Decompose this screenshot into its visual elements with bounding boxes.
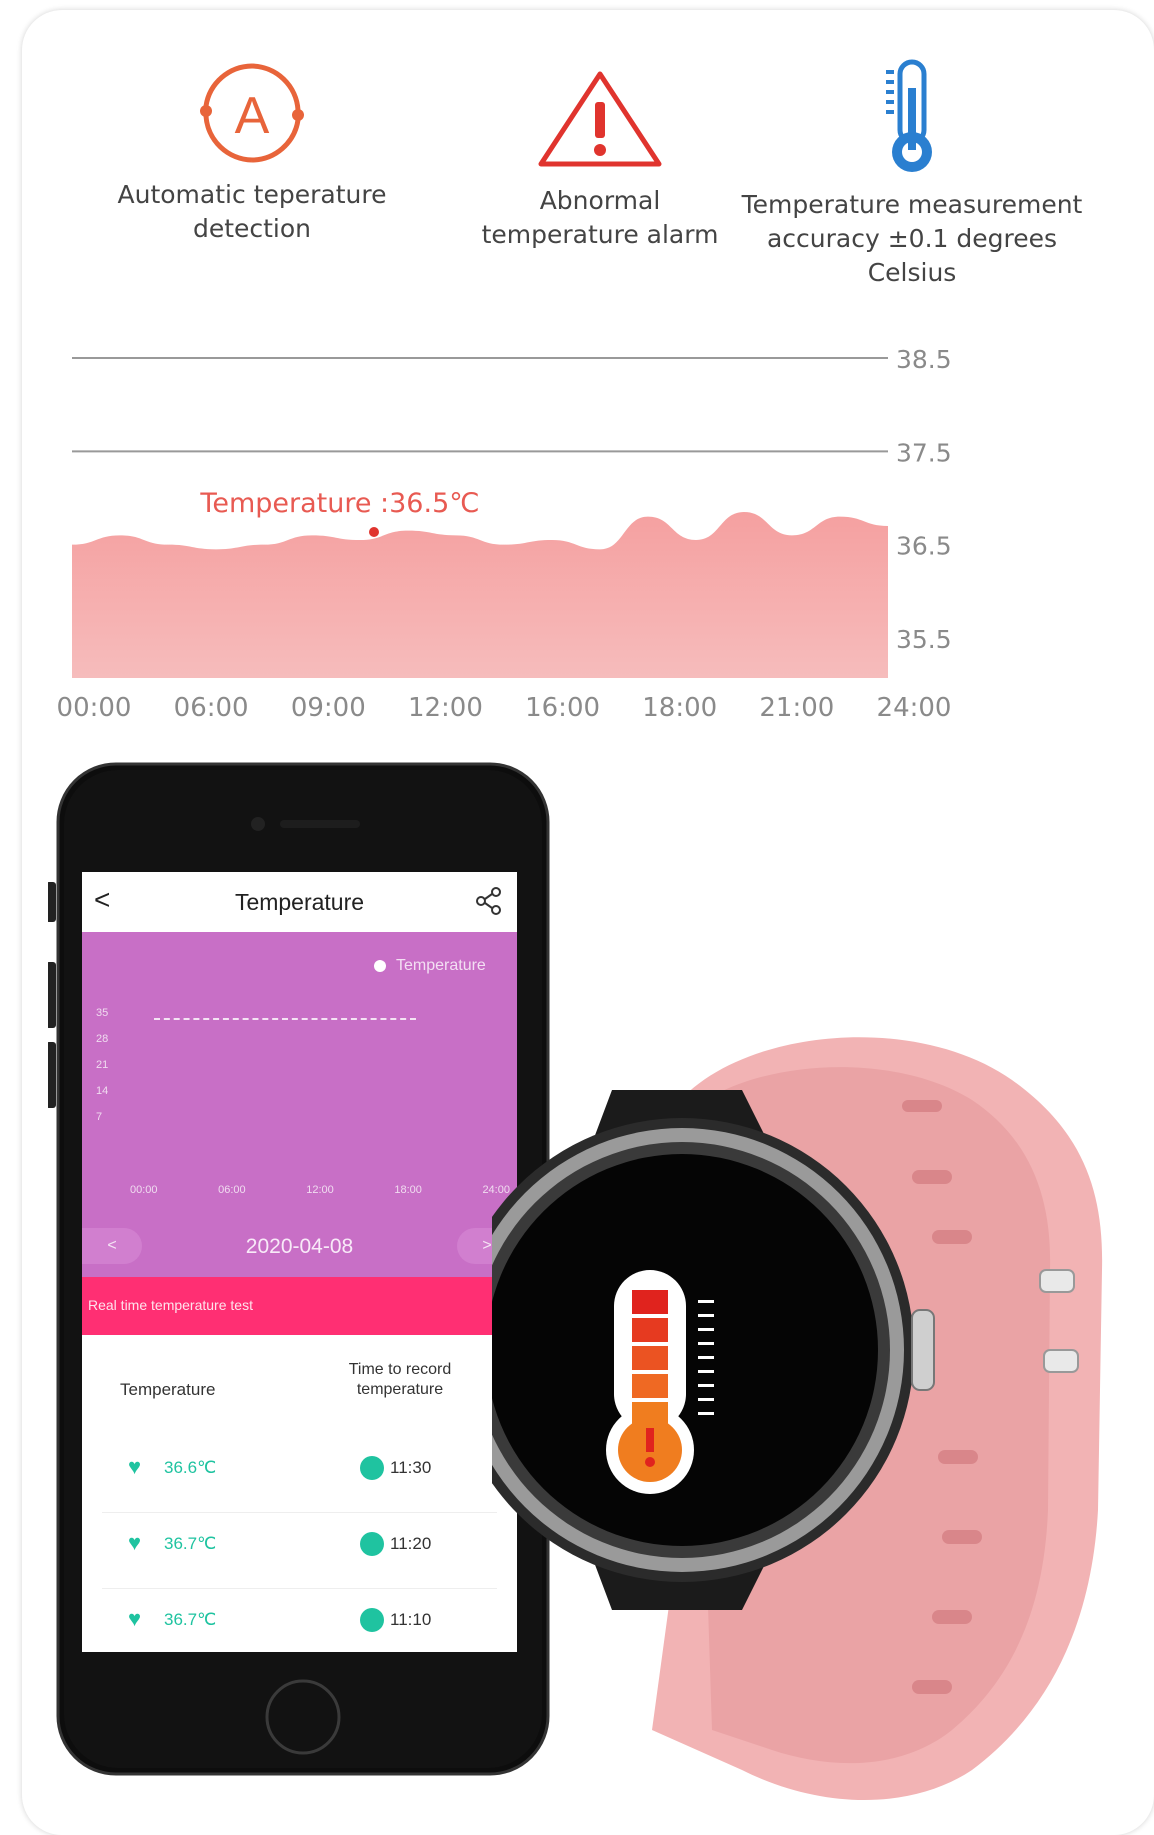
realtime-test-label: Real time temperature test: [88, 1297, 253, 1313]
app-title: Temperature: [234, 889, 365, 915]
heart-icon: ♥: [128, 1530, 142, 1555]
realtime-test-bar[interactable]: Real time temperature test: [82, 1277, 517, 1335]
product-card: A Automatic teperature detection Abnorma…: [22, 10, 1154, 1835]
app-y-tick: 21: [96, 1059, 109, 1071]
app-y-tick: 35: [96, 1007, 109, 1019]
app-chart-panel: Temperature 35 28 21 14 7 00:00 06:00 12…: [82, 932, 517, 1277]
col-temperature-header: Temperature: [120, 1380, 216, 1399]
y-tick-label: 36.5: [896, 532, 952, 561]
row-temp: 36.7℃: [164, 1610, 217, 1629]
heart-icon: ♥: [128, 1606, 142, 1631]
clock-icon: [360, 1532, 384, 1556]
table-row: ♥ 36.7℃ 11:20: [82, 1528, 517, 1568]
temperature-area: [72, 512, 888, 678]
clock-icon: [360, 1456, 384, 1480]
x-tick-label: 18:00: [642, 693, 717, 723]
x-tick-label: 24:00: [877, 693, 952, 723]
y-tick-label: 35.5: [896, 625, 952, 654]
x-tick-label: 12:00: [408, 693, 483, 723]
x-tick-label: 06:00: [174, 693, 249, 723]
smartwatch-image: [492, 1037, 1103, 1800]
app-screen: < Temperature Temperature 35 28 21 14 7: [82, 872, 517, 1652]
y-tick-label: 37.5: [896, 438, 952, 467]
annotation-marker: [369, 527, 379, 537]
x-tick-label: 21:00: [759, 693, 834, 723]
app-y-tick: 28: [96, 1033, 109, 1045]
x-tick-label: 09:00: [291, 693, 366, 723]
crown-button: [911, 1309, 935, 1391]
x-tick-label: 16:00: [525, 693, 600, 723]
app-x-axis: 00:00 06:00 12:00 18:00 24:00: [130, 1184, 510, 1196]
heart-icon: ♥: [128, 1454, 142, 1479]
annotation-label: Temperature :36.5℃: [199, 488, 479, 519]
temperature-chart: 38.5 37.5 36.5 35.5 Temperature :36.5℃ 00:00 0…: [57, 345, 952, 723]
row-time: 11:10: [390, 1610, 432, 1629]
legend-dot: [374, 960, 386, 972]
app-x-tick: 00:00: [130, 1184, 158, 1196]
app-x-tick: 18:00: [394, 1184, 422, 1196]
legend-label: Temperature: [396, 957, 486, 974]
date-label: 2020-04-08: [245, 1235, 354, 1258]
row-time: 11:20: [390, 1534, 432, 1553]
app-x-tick: 12:00: [306, 1184, 334, 1196]
row-divider: [102, 1588, 497, 1589]
table-row: ♥ 36.6℃ 11:30: [82, 1452, 517, 1492]
app-x-tick: 06:00: [218, 1184, 246, 1196]
share-icon[interactable]: [474, 886, 504, 916]
app-y-tick: 14: [96, 1085, 109, 1097]
row-divider: [102, 1512, 497, 1513]
app-y-tick: 7: [96, 1111, 103, 1123]
row-temp: 36.6℃: [164, 1458, 217, 1477]
app-dashed-line: [154, 1018, 416, 1020]
row-time: 11:30: [390, 1458, 432, 1477]
app-y-axis: 35 28 21 14 7: [96, 1000, 108, 1130]
x-tick-label: 00:00: [57, 693, 132, 723]
table-row: ♥ 36.7℃ 11:10: [82, 1604, 517, 1644]
clock-icon: [360, 1608, 384, 1632]
speaker-grille: [280, 820, 360, 828]
app-header: < Temperature: [82, 872, 517, 932]
col-time-header: Time to record temperature: [348, 1361, 452, 1398]
row-temp: 36.7℃: [164, 1534, 217, 1553]
camera-icon: [251, 817, 265, 831]
y-tick-label: 38.5: [896, 345, 952, 374]
